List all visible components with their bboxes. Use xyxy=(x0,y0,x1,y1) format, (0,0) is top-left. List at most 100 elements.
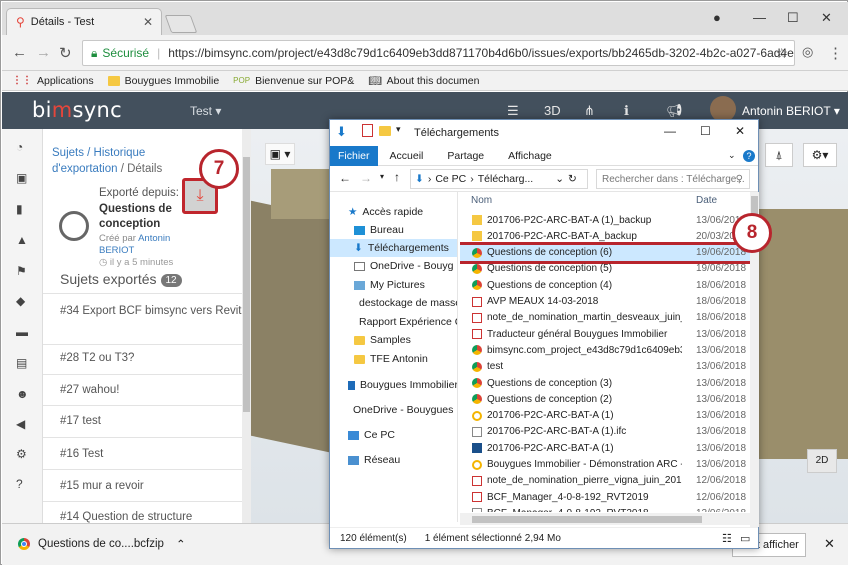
file-row[interactable]: test 13/06/2018 xyxy=(460,359,750,375)
back-icon[interactable]: ← xyxy=(339,171,351,185)
bookmark-apps[interactable]: ⋮⋮ Applications xyxy=(12,75,94,87)
issue-item[interactable]: #14 Question de structure xyxy=(43,501,243,523)
2d-toggle[interactable]: 2D xyxy=(807,449,837,473)
close-download-bar-icon[interactable]: ✕ xyxy=(824,536,835,552)
close-icon[interactable]: ✕ xyxy=(735,124,745,138)
path-bar[interactable]: ⬇ › Ce PC › Télécharg... ⌄ ↻ xyxy=(410,169,588,189)
tree-bureau[interactable]: Bureau xyxy=(330,221,457,239)
panel-scrollbar[interactable] xyxy=(242,129,251,523)
account-icon[interactable]: ● xyxy=(713,10,721,25)
back-icon[interactable]: ← xyxy=(12,44,27,61)
file-row[interactable]: 201706-P2C-ARC-BAT-A (1)_backup 13/06/201… xyxy=(460,212,750,228)
help-icon[interactable]: ? xyxy=(743,149,755,162)
maximize-icon[interactable]: ☐ xyxy=(700,124,711,138)
tree-folder[interactable]: Samples xyxy=(330,331,457,349)
search-input[interactable]: Rechercher dans : Télécharge... ⚲ xyxy=(596,169,750,189)
bookmark-icon[interactable]: ▮ xyxy=(16,202,23,216)
close-tab-icon[interactable]: ✕ xyxy=(143,15,153,29)
reload-icon[interactable]: ↻ xyxy=(59,44,72,62)
minimize-icon[interactable]: — xyxy=(753,10,766,25)
horizontal-scrollbar[interactable] xyxy=(460,513,750,525)
issue-item[interactable]: #15 mur a revoir xyxy=(43,469,243,501)
announce-icon[interactable]: ◀ xyxy=(16,417,25,431)
tree-onedrive-bouygues[interactable]: OneDrive - Bouygues Ir xyxy=(330,401,457,419)
file-row[interactable]: Questions de conception (2) 13/06/2018 xyxy=(460,391,750,407)
flag-icon[interactable]: ⚑ xyxy=(16,264,27,278)
close-window-icon[interactable]: ✕ xyxy=(821,10,832,26)
file-row[interactable]: Traducteur général Bouygues Immobilier 13… xyxy=(460,326,750,342)
issue-item[interactable]: #17 test xyxy=(43,405,243,437)
file-row[interactable]: Questions de conception (3) 13/06/2018 xyxy=(460,375,750,391)
file-row[interactable]: 201706-P2C-ARC-BAT-A (1) 13/06/2018 xyxy=(460,408,750,424)
new-folder-icon[interactable] xyxy=(379,126,391,136)
issue-item[interactable]: #28 T2 ou T3? xyxy=(43,344,243,374)
list-icon[interactable]: ☰ xyxy=(507,103,519,119)
path-segment[interactable]: Ce PC xyxy=(435,173,466,185)
address-bar[interactable]: 🔒︎ Sécurisé | https://bimsync.com/projec… xyxy=(82,40,795,66)
browser-tab[interactable]: ⚲ Détails - Test ✕ xyxy=(6,8,162,35)
tab-fichier[interactable]: Fichier xyxy=(330,145,378,166)
path-dropdown-icon[interactable]: ⌄ xyxy=(555,173,564,185)
tree-icon[interactable]: ⋔ xyxy=(584,103,595,119)
new-tab-button[interactable] xyxy=(164,15,198,33)
help-icon[interactable]: ? xyxy=(16,477,23,491)
stamp-icon[interactable]: ⍋ xyxy=(765,143,793,167)
issue-item[interactable]: #34 Export BCF bimsync vers Revit xyxy=(43,293,243,344)
file-row[interactable]: note_de_nomination_pierre_vigna_juin_201… xyxy=(460,473,750,489)
info-icon[interactable]: ℹ xyxy=(624,103,629,119)
megaphone-icon[interactable]: 📢︎ xyxy=(666,103,683,119)
column-date[interactable]: Date xyxy=(696,195,717,206)
recent-dropdown-icon[interactable]: ▾ xyxy=(380,172,384,181)
file-row[interactable]: BCF_Manager_4-0-8-192_RVT2019 12/06/2018 xyxy=(460,489,750,505)
star-icon[interactable]: ☆ xyxy=(775,45,788,62)
bookmark-bouygues[interactable]: Bouygues Immobilie xyxy=(107,75,219,87)
settings-icon[interactable]: ⚙ xyxy=(16,447,27,461)
file-row[interactable]: Questions de conception (5) 19/06/2018 xyxy=(460,261,750,277)
tree-network[interactable]: Réseau xyxy=(330,451,457,469)
tree-folder[interactable]: TFE Antonin xyxy=(330,350,457,368)
up-icon[interactable]: ↑ xyxy=(394,170,400,184)
maximize-icon[interactable]: ☐ xyxy=(787,10,799,26)
issue-item[interactable]: #16 Test xyxy=(43,437,243,469)
file-row[interactable]: 201706-P2C-ARC-BAT-A (1) 13/06/2018 xyxy=(460,440,750,456)
file-row[interactable]: note_de_nomination_martin_desveaux_juin_… xyxy=(460,310,750,326)
bookmark-pop[interactable]: POP Bienvenue sur POP& xyxy=(233,75,354,87)
book-nav-icon[interactable]: ▤ xyxy=(16,356,27,370)
tab-affichage[interactable]: Affichage xyxy=(496,150,564,162)
refresh-icon[interactable]: ↻ xyxy=(568,173,577,185)
users-icon[interactable]: ☻ xyxy=(16,387,29,401)
extension-icon[interactable]: ◎ xyxy=(802,44,813,60)
details-view-icon[interactable]: ☷ xyxy=(722,532,732,545)
column-name[interactable]: Nom xyxy=(471,195,492,206)
forward-icon[interactable]: → xyxy=(360,171,372,185)
tree-bouygues[interactable]: Bouygues Immobilier xyxy=(330,376,457,394)
file-row[interactable]: AVP MEAUX 14-03-2018 18/06/2018 xyxy=(460,294,750,310)
tree-pictures[interactable]: My Pictures xyxy=(330,276,457,294)
file-row[interactable]: Questions de conception (6) 19/06/2018 xyxy=(460,241,750,264)
tree-folder[interactable]: Rapport Expérience C xyxy=(330,313,457,331)
user-menu[interactable]: Antonin BERIOT ▾ xyxy=(742,104,840,118)
qat-dropdown-icon[interactable]: ▾ xyxy=(396,124,401,135)
minimize-icon[interactable]: — xyxy=(664,124,676,138)
properties-icon[interactable] xyxy=(362,124,373,137)
download-item[interactable]: Questions de co....bcfzip ⌃ xyxy=(18,537,186,551)
warning-icon[interactable]: ▲ xyxy=(16,233,28,247)
view-3d-button[interactable]: 3D xyxy=(544,103,561,118)
tree-this-pc[interactable]: Ce PC xyxy=(330,426,457,444)
cube-icon[interactable]: ▣ xyxy=(16,171,27,185)
tree-folder[interactable]: destockage de masse xyxy=(330,294,457,312)
tree-quick-access[interactable]: ★ Accès rapide xyxy=(330,203,457,221)
forward-icon[interactable]: → xyxy=(36,44,51,61)
tab-partage[interactable]: Partage xyxy=(435,150,496,162)
menu-icon[interactable]: ⋮ xyxy=(828,44,843,62)
bimsync-logo[interactable]: bimsync xyxy=(32,98,122,122)
path-segment[interactable]: Télécharg... xyxy=(478,173,533,185)
issue-item[interactable]: #27 wahou! xyxy=(43,374,243,405)
file-row[interactable]: Bouygues Immobilier - Démonstration ARC … xyxy=(460,457,750,473)
file-row[interactable]: 201706-P2C-ARC-BAT-A (1).ifc 13/06/2018 xyxy=(460,424,750,440)
file-row[interactable]: Questions de conception (4) 18/06/2018 xyxy=(460,277,750,293)
tab-accueil[interactable]: Accueil xyxy=(378,150,436,162)
file-row[interactable]: bimsync.com_project_e43d8c79d1c6409eb3dd… xyxy=(460,342,750,358)
dashboard-icon[interactable]: ◔ xyxy=(16,140,23,154)
file-row[interactable]: 201706-P2C-ARC-BAT-A_backup 20/03/2018 xyxy=(460,228,750,244)
